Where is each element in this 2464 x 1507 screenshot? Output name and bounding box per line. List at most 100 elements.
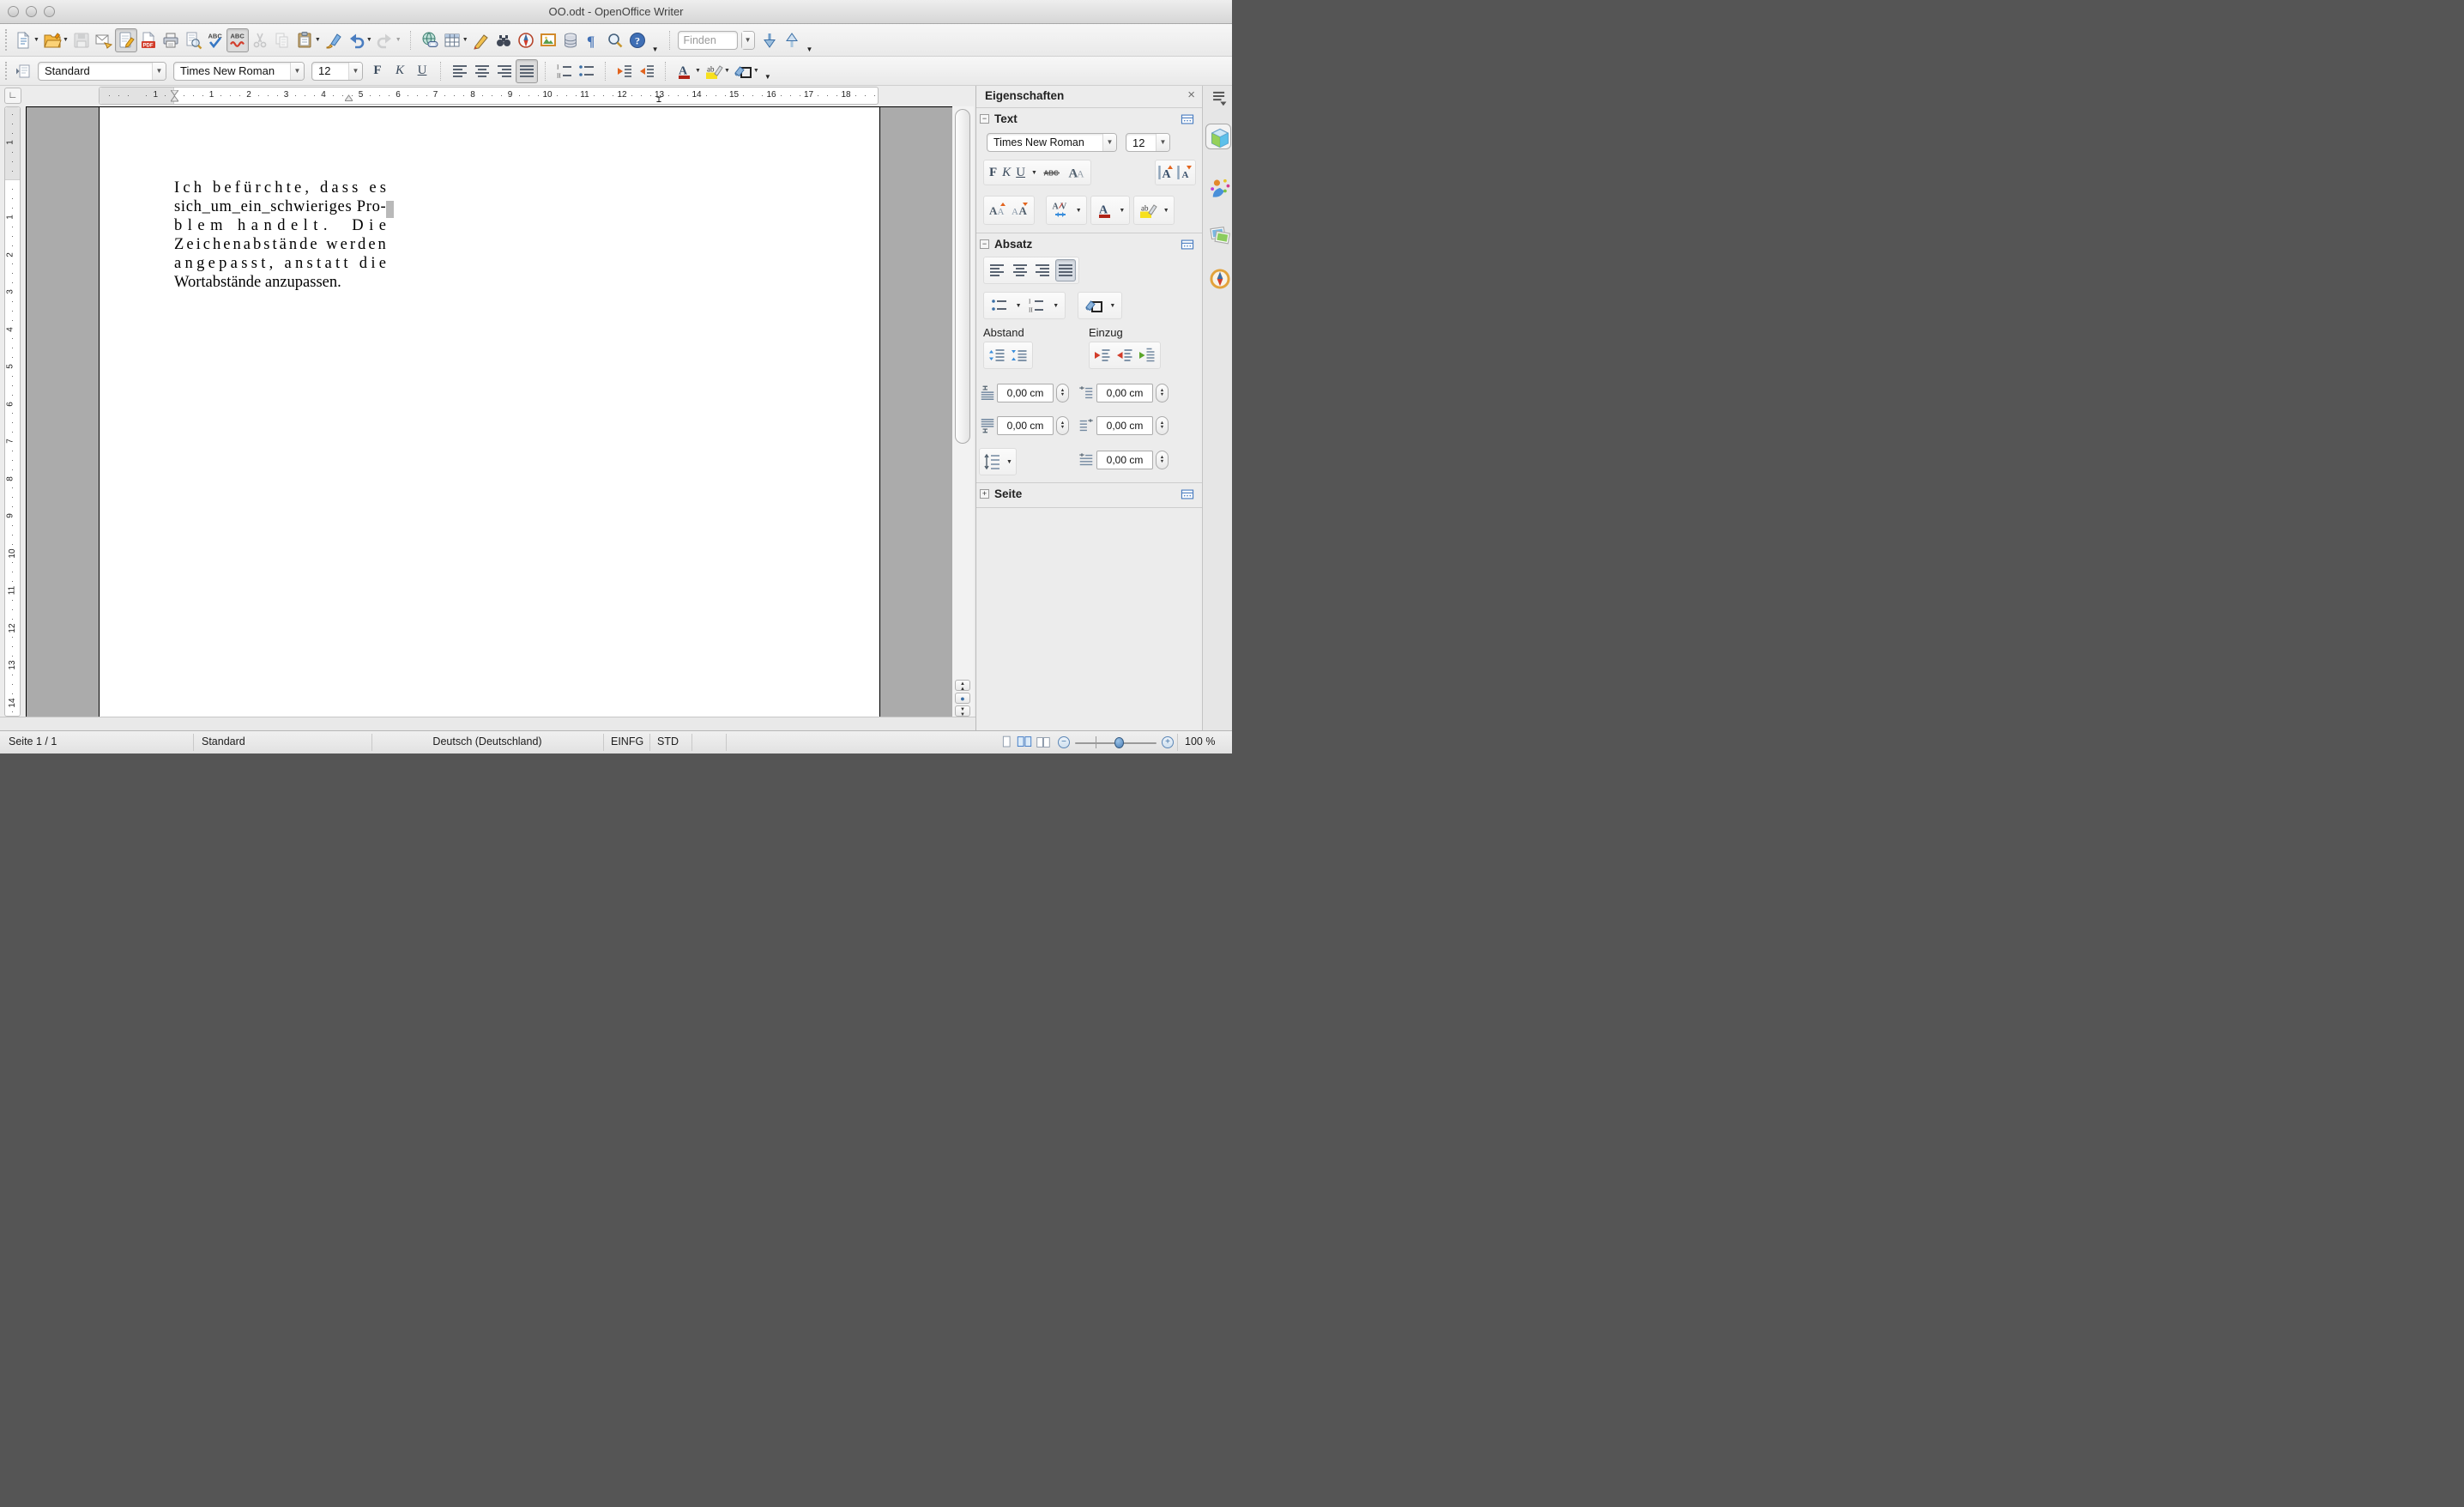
language-status[interactable]: Deutsch (Deutschland) (371, 735, 603, 747)
text-line-4[interactable]: Zeichenabstände werden (174, 236, 386, 255)
chevron-down-icon[interactable]: ▼ (152, 62, 166, 80)
increase-spacing-button[interactable] (987, 346, 1006, 365)
horizontal-ruler[interactable]: 1123456789101112131415161718 (99, 87, 879, 105)
decrease-font-button[interactable]: A (1175, 163, 1194, 182)
decrease-indent-button[interactable] (613, 59, 636, 83)
tab-stop-selector[interactable]: ∟ (4, 88, 21, 104)
zoom-level-status[interactable]: 100 % (1185, 735, 1215, 747)
document-view[interactable]: Ich befürchte, dass e s s i c h _ u m _ e i n _ s c h w i e… (26, 106, 952, 717)
view-book-button[interactable] (1035, 734, 1052, 751)
align-right-button[interactable] (493, 59, 516, 83)
insert-mode-status[interactable]: EINFG (611, 735, 643, 747)
line-spacing-button[interactable] (983, 452, 1002, 471)
increase-indent-button[interactable] (1093, 346, 1112, 365)
toolbar-overflow-button[interactable]: ▼ (806, 45, 813, 56)
chevron-down-icon[interactable]: ▼ (366, 37, 372, 43)
navigation-button[interactable]: ● (955, 693, 970, 704)
autospellcheck-button[interactable]: ABC (226, 27, 249, 52)
document-page[interactable]: Ich befürchte, dass e s s i c h _ u m _ e i n _ s c h w i e… (99, 107, 880, 717)
undo-button[interactable]: ▼ (345, 28, 374, 52)
page-style-status[interactable]: Standard (202, 735, 245, 747)
sidebar-tab-properties[interactable] (1205, 124, 1231, 149)
sidebar-bold-button[interactable]: F (989, 166, 997, 180)
print-button[interactable] (160, 28, 182, 52)
first-line-indent-stepper[interactable]: ▲ ▼ (1156, 451, 1169, 469)
uppercase-button[interactable]: AA (988, 201, 1007, 220)
character-spacing-button[interactable]: AV (1051, 201, 1070, 220)
sidebar-font-size-select[interactable]: 12 ▼ (1126, 133, 1170, 152)
chevron-down-icon[interactable]: ▼ (1119, 208, 1125, 214)
chevron-down-icon[interactable]: ▼ (396, 37, 402, 43)
below-spacing-field[interactable]: 0,00 cm (997, 416, 1054, 435)
email-document-button[interactable] (93, 28, 115, 52)
chevron-down-icon[interactable]: ▼ (724, 68, 730, 74)
page-preview-button[interactable] (182, 28, 204, 52)
chevron-down-icon[interactable]: ▼ (1109, 303, 1115, 309)
paragraph-dialog-launcher-icon[interactable] (1180, 237, 1195, 252)
selection-mode-status[interactable]: STD (657, 735, 679, 747)
sidebar-highlighting-button[interactable]: ab (1138, 201, 1158, 220)
sidebar-font-name-select[interactable]: Times New Roman ▼ (987, 133, 1117, 152)
after-indent-stepper[interactable]: ▲ ▼ (1156, 416, 1169, 435)
export-pdf-button[interactable]: PDF (137, 28, 160, 52)
zoom-in-button[interactable]: + (1162, 736, 1174, 748)
navigator-button[interactable] (515, 28, 537, 52)
before-indent-stepper[interactable]: ▲ ▼ (1156, 384, 1169, 402)
sidebar-underline-button[interactable]: U (1016, 166, 1025, 180)
zoom-out-button[interactable]: − (1058, 736, 1070, 748)
chevron-down-icon[interactable]: ▼ (33, 37, 39, 43)
expand-icon[interactable]: + (980, 489, 989, 499)
chevron-down-icon[interactable]: ▼ (1163, 208, 1169, 214)
chevron-down-icon[interactable]: ▼ (462, 37, 468, 43)
text-line-3[interactable]: blem handelt. Die (174, 217, 386, 236)
page-count-status[interactable]: Seite 1 / 1 (9, 735, 57, 747)
sidebar-numbered-list-button[interactable]: I II (1027, 296, 1046, 315)
paragraph-style-icon[interactable] (12, 59, 34, 83)
sidebar-tab-navigator[interactable] (1205, 264, 1231, 290)
left-indent-marker[interactable] (171, 90, 178, 102)
view-multi-page-button[interactable] (1016, 734, 1033, 751)
find-replace-button[interactable] (492, 28, 515, 52)
lowercase-button[interactable]: AA (1011, 201, 1030, 220)
collapse-icon[interactable]: − (980, 239, 989, 249)
increase-font-button[interactable]: A (1157, 163, 1175, 182)
sidebar-tab-gallery[interactable] (1205, 220, 1231, 245)
numbered-list-button[interactable]: I II (553, 59, 576, 83)
chevron-down-icon[interactable]: ▼ (1006, 459, 1012, 465)
previous-page-button[interactable]: ▲ ▲ (955, 680, 970, 692)
chevron-down-icon[interactable]: ▼ (695, 68, 701, 74)
sidebar-align-center-button[interactable] (1010, 259, 1030, 281)
find-previous-button[interactable] (781, 28, 803, 52)
chevron-down-icon[interactable]: ▼ (753, 68, 759, 74)
view-single-page-button[interactable] (998, 734, 1015, 751)
table-button[interactable]: ▼ (441, 28, 470, 52)
decrease-spacing-button[interactable] (1010, 346, 1029, 365)
close-icon[interactable]: × (1187, 88, 1195, 102)
formatting-marks-button[interactable]: ¶ (582, 28, 604, 52)
find-history-dropdown[interactable]: ▼ (740, 30, 755, 50)
new-document-button[interactable]: ▼ (12, 28, 41, 52)
sidebar-italic-button[interactable]: K (1002, 166, 1011, 180)
font-color-button[interactable]: A ▼ (673, 59, 703, 83)
find-input[interactable] (677, 30, 738, 50)
page-dialog-launcher-icon[interactable] (1180, 487, 1195, 502)
before-indent-field[interactable]: 0,00 cm (1096, 384, 1153, 402)
above-spacing-stepper[interactable]: ▲ ▼ (1056, 384, 1069, 402)
sidebar-menu-button[interactable] (1205, 89, 1231, 108)
background-color-button[interactable]: ▼ (732, 59, 761, 83)
gallery-button[interactable] (537, 28, 559, 52)
text-line-2[interactable]: s i c h _ u m _ e i n _ s c h w i e r i g e s Pro- (174, 198, 386, 217)
italic-button[interactable]: K (389, 59, 411, 83)
next-page-button[interactable]: ▼ ▼ (955, 705, 970, 717)
sidebar-font-color-button[interactable]: A (1096, 201, 1114, 220)
vertical-scrollbar[interactable]: ▲ ▲ ● ▼ ▼ (952, 106, 974, 717)
find-next-button[interactable] (758, 28, 781, 52)
zoom-slider-thumb[interactable] (1114, 737, 1124, 748)
text-line-6[interactable]: Wortabstände anzupassen. (174, 274, 386, 293)
help-button[interactable]: ? (626, 28, 649, 52)
font-name-select[interactable]: Times New Roman ▼ (173, 61, 305, 81)
sidebar-tab-styles[interactable] (1205, 173, 1231, 199)
paragraph-style-select[interactable]: Standard ▼ (38, 61, 166, 81)
chevron-down-icon[interactable]: ▼ (315, 37, 321, 43)
draw-functions-button[interactable] (470, 28, 492, 52)
